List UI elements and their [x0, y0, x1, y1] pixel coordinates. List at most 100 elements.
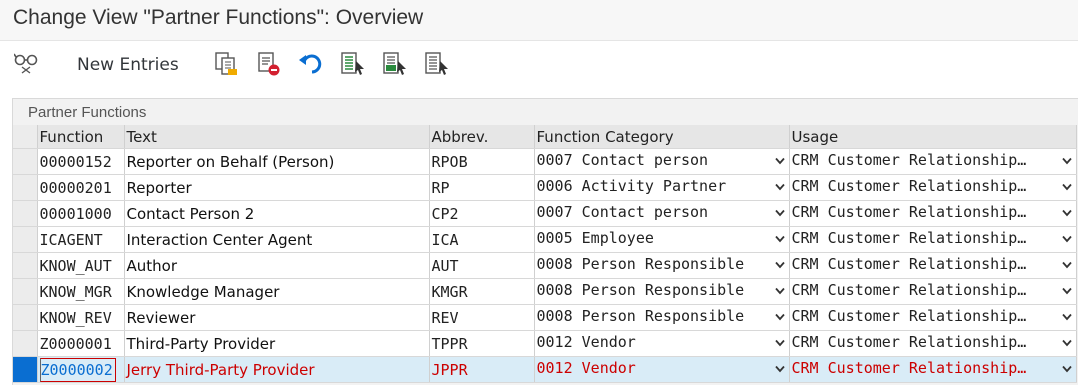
abbrev-cell[interactable]: AUT [429, 252, 535, 279]
chevron-down-icon [1061, 157, 1072, 165]
abbrev-cell[interactable]: ICA [429, 226, 535, 253]
chevron-down-icon [774, 339, 785, 347]
application-toolbar: New Entries [0, 41, 1078, 89]
chevron-down-icon [774, 287, 785, 295]
table-row[interactable]: 00000201 Reporter RP 0006 Activity Partner C… [13, 174, 1077, 201]
partner-functions-table: Function Text Abbrev. Function Category … [13, 125, 1077, 383]
usage-value: CRM Customer Relationship… [791, 176, 1027, 195]
category-dropdown[interactable]: 0007 Contact person [534, 148, 790, 175]
table-row[interactable]: 00000152 Reporter on Behalf (Person) RPOB 0… [13, 148, 1077, 175]
abbrev-cell[interactable]: CP2 [429, 200, 535, 227]
chevron-down-icon [774, 235, 785, 243]
function-cell[interactable]: KNOW_AUT [37, 252, 125, 279]
usage-dropdown[interactable]: CRM Customer Relationship… [789, 356, 1077, 383]
table-row[interactable]: KNOW_REV Reviewer REV 0008 Person Responsib… [13, 304, 1077, 331]
select-block-icon[interactable] [382, 51, 408, 77]
function-cell[interactable]: 00001000 [37, 200, 125, 227]
function-cell[interactable]: ICAGENT [37, 226, 125, 253]
select-all-icon[interactable] [340, 51, 366, 77]
row-selector[interactable] [13, 356, 38, 383]
glasses-icon[interactable] [14, 51, 40, 77]
function-value[interactable]: Z0000002 [39, 357, 116, 382]
category-dropdown[interactable]: 0008 Person Responsible [534, 278, 790, 305]
abbrev-cell[interactable]: KMGR [429, 278, 535, 305]
column-header-usage[interactable]: Usage [789, 125, 1077, 149]
text-cell[interactable]: Third-Party Provider [124, 330, 430, 357]
table-row[interactable]: KNOW_MGR Knowledge Manager KMGR 0008 Person… [13, 278, 1077, 305]
usage-dropdown[interactable]: CRM Customer Relationship… [789, 200, 1077, 227]
text-cell[interactable]: Interaction Center Agent [124, 226, 430, 253]
category-dropdown[interactable]: 0012 Vendor [534, 356, 790, 383]
table-row[interactable]: Z0000002 Jerry Third-Party Provider JPPR 00… [13, 356, 1077, 383]
function-cell[interactable]: Z0000001 [37, 330, 125, 357]
category-value: 0008 Person Responsible [536, 280, 745, 299]
text-cell[interactable]: Reviewer [124, 304, 430, 331]
chevron-down-icon [1061, 261, 1072, 269]
abbrev-cell[interactable]: JPPR [429, 356, 535, 383]
function-value: 00000152 [39, 152, 112, 171]
chevron-down-icon [774, 365, 785, 373]
row-selector[interactable] [13, 278, 38, 305]
partner-functions-panel: Partner Functions Function Text Abbrev. … [12, 98, 1078, 385]
chevron-down-icon [1061, 235, 1072, 243]
function-cell[interactable]: KNOW_MGR [37, 278, 125, 305]
category-dropdown[interactable]: 0007 Contact person [534, 200, 790, 227]
row-selector[interactable] [13, 174, 38, 201]
function-cell[interactable]: 00000152 [37, 148, 125, 175]
usage-dropdown[interactable]: CRM Customer Relationship… [789, 330, 1077, 357]
usage-value: CRM Customer Relationship… [791, 150, 1027, 169]
function-cell[interactable]: 00000201 [37, 174, 125, 201]
column-header-category[interactable]: Function Category [534, 125, 790, 149]
row-selector[interactable] [13, 330, 38, 357]
category-value: 0005 Employee [536, 228, 654, 247]
usage-dropdown[interactable]: CRM Customer Relationship… [789, 252, 1077, 279]
function-value: KNOW_MGR [39, 282, 112, 301]
text-cell[interactable]: Reporter on Behalf (Person) [124, 148, 430, 175]
text-cell[interactable]: Contact Person 2 [124, 200, 430, 227]
text-cell[interactable]: Knowledge Manager [124, 278, 430, 305]
chevron-down-icon [1061, 183, 1072, 191]
chevron-down-icon [1061, 209, 1072, 217]
category-dropdown[interactable]: 0006 Activity Partner [534, 174, 790, 201]
usage-dropdown[interactable]: CRM Customer Relationship… [789, 304, 1077, 331]
text-cell[interactable]: Author [124, 252, 430, 279]
copy-icon[interactable] [214, 51, 240, 77]
row-selector[interactable] [13, 304, 38, 331]
row-selector[interactable] [13, 200, 38, 227]
table-row[interactable]: KNOW_AUT Author AUT 0008 Person Responsible… [13, 252, 1077, 279]
usage-dropdown[interactable]: CRM Customer Relationship… [789, 278, 1077, 305]
select-all-cell[interactable] [13, 125, 38, 149]
function-cell[interactable]: Z0000002 [37, 356, 125, 383]
deselect-all-icon[interactable] [424, 51, 450, 77]
delete-icon[interactable] [256, 51, 282, 77]
abbrev-cell[interactable]: TPPR [429, 330, 535, 357]
chevron-down-icon [1061, 287, 1072, 295]
usage-value: CRM Customer Relationship… [791, 306, 1027, 325]
text-cell[interactable]: Jerry Third-Party Provider [124, 356, 430, 383]
category-dropdown[interactable]: 0012 Vendor [534, 330, 790, 357]
table-row[interactable]: Z0000001 Third-Party Provider TPPR 0012 Ven… [13, 330, 1077, 357]
abbrev-cell[interactable]: RP [429, 174, 535, 201]
row-selector[interactable] [13, 252, 38, 279]
abbrev-cell[interactable]: RPOB [429, 148, 535, 175]
row-selector[interactable] [13, 148, 38, 175]
function-cell[interactable]: KNOW_REV [37, 304, 125, 331]
new-entries-button[interactable]: New Entries [77, 55, 179, 75]
column-header-text[interactable]: Text [124, 125, 430, 149]
category-dropdown[interactable]: 0005 Employee [534, 226, 790, 253]
category-dropdown[interactable]: 0008 Person Responsible [534, 252, 790, 279]
table-row[interactable]: ICAGENT Interaction Center Agent ICA 0005 E… [13, 226, 1077, 253]
abbrev-cell[interactable]: REV [429, 304, 535, 331]
row-selector[interactable] [13, 226, 38, 253]
chevron-down-icon [774, 261, 785, 269]
usage-dropdown[interactable]: CRM Customer Relationship… [789, 174, 1077, 201]
usage-dropdown[interactable]: CRM Customer Relationship… [789, 148, 1077, 175]
category-dropdown[interactable]: 0008 Person Responsible [534, 304, 790, 331]
text-cell[interactable]: Reporter [124, 174, 430, 201]
table-row[interactable]: 00001000 Contact Person 2 CP2 0007 Contact … [13, 200, 1077, 227]
column-header-function[interactable]: Function [37, 125, 125, 149]
usage-dropdown[interactable]: CRM Customer Relationship… [789, 226, 1077, 253]
undo-icon[interactable] [298, 51, 324, 77]
column-header-abbrev[interactable]: Abbrev. [429, 125, 535, 149]
category-value: 0012 Vendor [536, 332, 636, 351]
